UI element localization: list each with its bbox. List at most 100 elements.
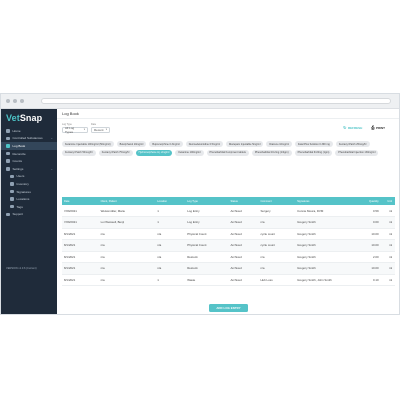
drug-chip[interactable]: Ketamine 100mg/ml (175, 149, 204, 156)
sidebar-item-label: Signatures (16, 189, 31, 194)
sidebar-item-counts[interactable]: Counts (1, 157, 57, 165)
address-bar[interactable] (41, 98, 391, 104)
sidebar-item-settings[interactable]: Settings ⌄ (1, 165, 57, 173)
app-version: VERSION v1.3.6 (Current) (6, 267, 37, 270)
chevron-down-icon: ⌄ (50, 136, 53, 141)
table-cell: 7/29/2021 (62, 205, 99, 217)
table-row[interactable]: 8/1/2021 n/a n/a Restock Archived n/a Gregory … (62, 251, 395, 263)
print-button[interactable]: ⎙ PRINT (371, 125, 385, 130)
drug-chip[interactable]: Butorphanol 10mg/ml (116, 141, 147, 147)
sidebar-item-label: Settings (12, 166, 24, 171)
clipboard-icon (6, 159, 10, 163)
table-cell: n/a (258, 251, 296, 263)
table-cell: n/a (258, 262, 296, 275)
app-logo[interactable]: Vet Snap (1, 109, 57, 127)
table-cell: Waste (185, 274, 229, 286)
table-cell: n/a (98, 228, 156, 240)
sidebar-item-reconcile[interactable]: Reconcile (1, 150, 57, 158)
drug-chip[interactable]: Ketamine Injectable 100mg/ml (50mg/ml) (62, 141, 114, 147)
table-cell: 8/1/2021 (62, 251, 99, 263)
log-type-filter: Log Type All Log Types ▾ (62, 123, 88, 134)
sidebar-item-support[interactable]: Support (1, 211, 57, 219)
table-cell: n/a (98, 251, 156, 263)
table-cell: Weissmüller, Marie (98, 205, 156, 217)
column-header[interactable]: Quantity (355, 197, 382, 205)
toolbar-actions: ↻ REFRESH ⎙ PRINT (343, 125, 385, 130)
sidebar-item-home[interactable]: Home (1, 127, 57, 135)
table-cell: Archived (228, 251, 259, 263)
column-header[interactable]: Log Type (185, 197, 228, 205)
table-cell: n/a (98, 274, 156, 286)
table-cell: Log Entry (185, 216, 229, 229)
date-value: Recent (94, 127, 104, 132)
table-row[interactable]: 8/1/2021 n/a 1 Waste Archived Hub Loss Gregory… (62, 274, 395, 286)
sidebar-item-label: Users (16, 174, 25, 179)
drug-chip-list: Ketamine Injectable 100mg/ml (50mg/ml) Bu… (62, 141, 380, 156)
table-cell: ml (381, 239, 395, 252)
sidebar-item-label: Log Book (12, 143, 26, 148)
window-dot-icon[interactable] (6, 99, 10, 103)
table-cell: Connie Moura, DVM (295, 205, 356, 217)
date-select[interactable]: Recent ▾ (91, 126, 110, 133)
user-icon (10, 174, 14, 179)
drug-chip[interactable]: Buprenorphine 0.3mg/ml (149, 141, 183, 147)
table-row[interactable]: 8/1/2021 n/a n/a Physical Count Archived cycl… (62, 228, 395, 240)
drug-chip[interactable]: Fentanyl Patch 50mcg/hr (62, 149, 96, 156)
table-row[interactable]: 7/29/2021 Loi Weissell, Benji 1 Log Entry Ar… (62, 216, 395, 229)
pen-icon (10, 189, 14, 194)
refresh-button[interactable]: ↻ REFRESH (343, 125, 362, 130)
table-cell: 1 (155, 216, 186, 229)
printer-icon: ⎙ (371, 125, 375, 130)
column-header[interactable]: Comment (258, 197, 295, 205)
refresh-label: REFRESH (347, 125, 363, 130)
column-header[interactable]: Signatures (295, 197, 355, 205)
table-cell: n/a (98, 239, 156, 252)
help-icon (6, 212, 10, 217)
drug-chip[interactable]: Phenobarbital Kumpment tablets (206, 149, 249, 156)
table-body: 7/29/2021 Weissmüller, Marie 1 Log Entry Arc… (62, 205, 395, 286)
column-header[interactable]: Status (228, 197, 258, 205)
log-type-select[interactable]: All Log Types ▾ (62, 126, 88, 134)
column-header[interactable]: Client, Patient (99, 197, 156, 205)
drug-chip[interactable]: Dexmedetomidine 0.5mg/ml (185, 141, 223, 147)
drug-chip[interactable]: Fentanyl Patch 25mcg/hr (335, 141, 370, 147)
table-cell: Restock (185, 262, 229, 275)
table-cell: 1 (155, 205, 186, 217)
drug-chip[interactable]: Hydromorphone inj. 2mg/ml (135, 149, 173, 156)
table-cell: ml (381, 251, 395, 263)
drug-chip[interactable]: Diazene 10mg/ml (266, 141, 292, 147)
chevron-down-icon: ⌄ (50, 166, 53, 171)
table-cell: Archived (228, 262, 259, 275)
table-cell: Gregory Smith (295, 262, 356, 275)
table-cell: 8/1/2021 (62, 274, 99, 286)
column-header[interactable]: Date (62, 197, 99, 205)
drug-chip[interactable]: Phenobarbital 64.8mg (1gm) (294, 149, 333, 156)
sidebar-item-controlled-substances[interactable]: Controlled Substances ⌄ (1, 135, 57, 143)
drug-chip[interactable]: Phenobarbital 16.2mg (1/4gm) (251, 149, 292, 156)
window-dot-icon[interactable] (20, 99, 24, 103)
window-dot-icon[interactable] (13, 99, 17, 103)
table-cell: n/a (155, 239, 186, 252)
table-row[interactable]: 8/1/2021 n/a n/a Physical Count Archived cycl… (62, 239, 395, 252)
drug-chip[interactable]: Fentanyl Patch 75mcg/hr (98, 149, 133, 156)
table-cell: 2.00 (355, 251, 382, 263)
drug-chip[interactable]: Fatal Plus Solution 0.390 mg (294, 141, 333, 147)
drug-chip[interactable]: Diazepam Injectable 5mg/ml (225, 141, 264, 147)
sidebar-item-signatures[interactable]: Signatures (1, 188, 57, 196)
sidebar: Vet Snap Home Controlled Substances ⌄ Log Bo… (1, 109, 57, 314)
drug-chip[interactable]: Phenobarbital Injection 130mg/ml (335, 149, 379, 156)
sidebar-item-users[interactable]: Users (1, 173, 57, 181)
column-header[interactable]: Location (155, 197, 185, 205)
chevron-down-icon: ▾ (83, 128, 85, 132)
table-cell: cycle count (258, 239, 296, 252)
add-log-entry-button[interactable]: ADD LOG ENTRY (209, 304, 248, 312)
gear-icon (6, 167, 10, 171)
sidebar-item-locations[interactable]: Locations (1, 195, 57, 203)
sidebar-item-inventory[interactable]: Inventory (1, 180, 57, 188)
table-row[interactable]: 8/1/2021 n/a n/a Restock Archived n/a Gregory … (62, 262, 395, 275)
sidebar-item-tags[interactable]: Tags (1, 203, 57, 211)
sidebar-item-log-book[interactable]: Log Book (1, 142, 57, 150)
table-row[interactable]: 7/29/2021 Weissmüller, Marie 1 Log Entry Arc… (62, 205, 395, 217)
table-cell: 8/1/2021 (62, 228, 99, 240)
column-header[interactable]: Unit (382, 197, 395, 205)
